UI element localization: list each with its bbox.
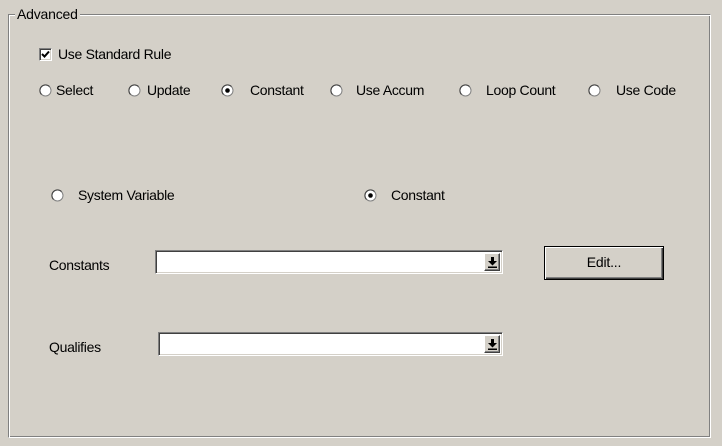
- radio-source-constant[interactable]: [364, 189, 377, 202]
- group-title: Advanced: [15, 5, 80, 23]
- constants-label: Constants: [49, 257, 110, 273]
- radio-source-constant-label: Constant: [391, 187, 445, 203]
- radio-update-label: Update: [147, 82, 191, 98]
- edit-button[interactable]: Edit...: [544, 246, 664, 280]
- use-standard-rule-label: Use Standard Rule: [58, 46, 172, 62]
- radio-loop-count[interactable]: [459, 84, 472, 97]
- radio-system-variable[interactable]: [51, 189, 64, 202]
- dropdown-arrow-icon: [488, 339, 497, 350]
- advanced-group-box: [8, 14, 711, 438]
- radio-use-accum[interactable]: [330, 84, 343, 97]
- radio-system-variable-label: System Variable: [78, 187, 175, 203]
- qualifies-label: Qualifies: [49, 339, 101, 355]
- dropdown-arrow-icon: [488, 257, 497, 268]
- constants-dropdown-button[interactable]: [484, 253, 500, 271]
- use-standard-rule-checkbox[interactable]: [39, 48, 52, 61]
- radio-use-code-label: Use Code: [616, 82, 676, 98]
- radio-select[interactable]: [39, 84, 52, 97]
- radio-constant[interactable]: [221, 84, 234, 97]
- constants-dropdown[interactable]: [155, 250, 503, 274]
- qualifies-dropdown-button[interactable]: [484, 335, 500, 353]
- radio-constant-label: Constant: [250, 82, 304, 98]
- checkmark-icon: [41, 50, 50, 58]
- radio-use-code[interactable]: [588, 84, 601, 97]
- radio-use-accum-label: Use Accum: [356, 82, 425, 98]
- radio-update[interactable]: [128, 84, 141, 97]
- radio-loop-count-label: Loop Count: [486, 82, 556, 98]
- radio-select-label: Select: [56, 82, 94, 98]
- advanced-panel: Advanced Use Standard Rule Select Update…: [0, 0, 722, 446]
- qualifies-dropdown[interactable]: [158, 332, 503, 356]
